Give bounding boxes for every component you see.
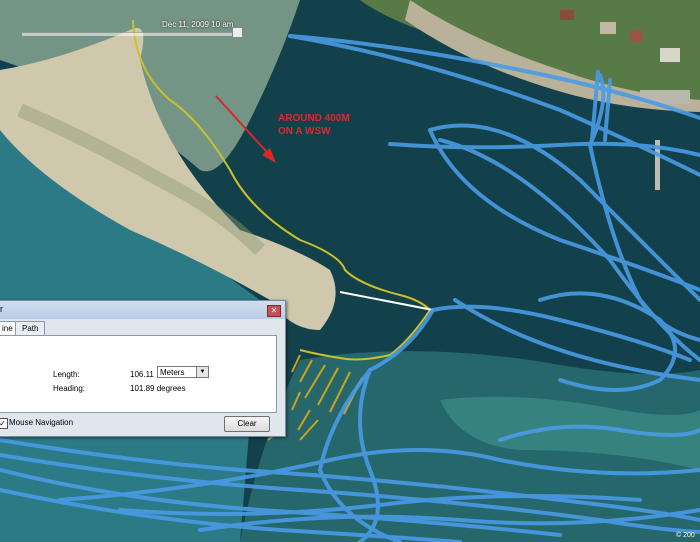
map-annotation-label: AROUND 400M ON A WSW bbox=[278, 113, 350, 137]
unit-select[interactable]: Meters ▼ bbox=[157, 366, 209, 378]
time-slider-track[interactable] bbox=[22, 32, 240, 36]
heading-value: 101.89 degrees bbox=[130, 384, 186, 393]
ruler-dialog: r ✕ ine Path Length: 106.11 Heading: 101… bbox=[0, 300, 286, 437]
time-slider[interactable]: Dec 11, 2009 10 am bbox=[22, 20, 243, 38]
ruler-panel: Length: 106.11 Heading: 101.89 degrees bbox=[0, 335, 277, 413]
length-label: Length: bbox=[53, 370, 80, 379]
close-icon[interactable]: ✕ bbox=[267, 305, 281, 317]
dialog-titlebar[interactable]: r ✕ bbox=[0, 301, 285, 319]
unit-select-value: Meters bbox=[160, 368, 185, 377]
length-value: 106.11 bbox=[130, 370, 154, 379]
clear-button[interactable]: Clear bbox=[224, 416, 270, 432]
mouse-navigation-checkbox[interactable]: ✓ bbox=[0, 418, 8, 429]
dialog-title: r bbox=[0, 304, 3, 314]
copyright-text: © 200 bbox=[676, 532, 695, 539]
time-slider-end-button[interactable] bbox=[232, 27, 243, 38]
time-slider-date: Dec 11, 2009 10 am bbox=[162, 20, 234, 29]
tab-path[interactable]: Path bbox=[15, 321, 46, 335]
chevron-down-icon[interactable]: ▼ bbox=[196, 367, 208, 377]
mouse-navigation-label: Mouse Navigation bbox=[9, 418, 74, 427]
heading-label: Heading: bbox=[53, 384, 86, 393]
satellite-map[interactable] bbox=[0, 0, 700, 542]
